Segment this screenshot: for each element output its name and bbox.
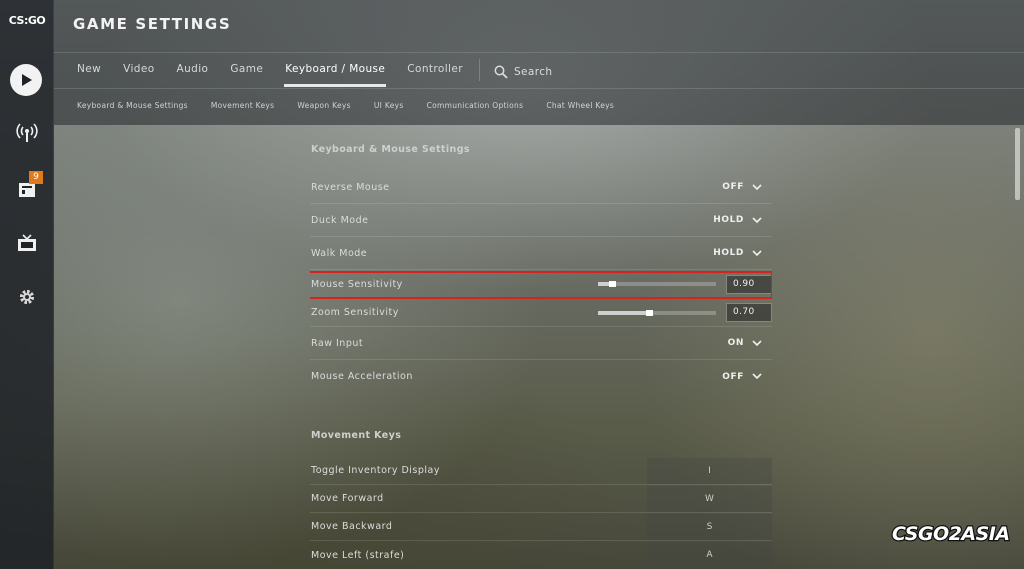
- dropdown-value: OFF: [722, 371, 744, 382]
- keybind-row: Toggle Inventory Display I: [310, 457, 772, 485]
- play-button[interactable]: [10, 64, 42, 96]
- keybind-row: Move Forward W: [310, 485, 772, 513]
- setting-label: Mouse Acceleration: [311, 371, 413, 382]
- chevron-down-icon: [752, 339, 762, 346]
- gear-icon: [19, 289, 35, 305]
- keybind-label: Move Backward: [311, 521, 393, 532]
- chevron-down-icon: [752, 249, 762, 256]
- setting-row-raw-input: Raw Input ON: [310, 327, 772, 360]
- slider-handle[interactable]: [609, 281, 616, 287]
- sub-tabs: Keyboard & Mouse Settings Movement Keys …: [77, 101, 637, 110]
- subtab-chat-wheel-keys[interactable]: Chat Wheel Keys: [546, 101, 614, 110]
- setting-row-zoom-sensitivity: Zoom Sensitivity 0.70: [310, 299, 772, 327]
- zoom-sensitivity-slider[interactable]: [598, 309, 716, 316]
- setting-label: Raw Input: [311, 337, 364, 349]
- setting-row-mouse-acceleration: Mouse Acceleration OFF: [310, 360, 772, 393]
- subtab-communication-options[interactable]: Communication Options: [427, 101, 524, 110]
- keybind-row: Move Left (strafe) A: [310, 541, 772, 569]
- broadcast-button[interactable]: [11, 117, 43, 149]
- slider-fill: [598, 310, 649, 315]
- tab-game[interactable]: Game: [230, 63, 263, 81]
- keybind-row: Move Backward S: [310, 513, 772, 541]
- zoom-sensitivity-input[interactable]: 0.70: [726, 303, 772, 322]
- settings-panel: Keyboard & Mouse Settings Reverse Mouse …: [310, 125, 772, 569]
- subtab-ui-keys[interactable]: UI Keys: [374, 101, 404, 110]
- chevron-down-icon: [752, 183, 762, 190]
- broadcast-icon: [16, 123, 38, 142]
- setting-row-mouse-sensitivity: Mouse Sensitivity 0.90: [310, 270, 772, 299]
- keybind-button[interactable]: S: [647, 513, 772, 540]
- keybind-label: Toggle Inventory Display: [311, 465, 440, 476]
- tab-video[interactable]: Video: [123, 63, 154, 81]
- settings-button[interactable]: [11, 281, 43, 313]
- search-icon: [494, 65, 508, 79]
- setting-label: Walk Mode: [311, 247, 368, 259]
- keybind-button[interactable]: A: [647, 542, 772, 568]
- csgo2asia-watermark: CSGO2ASIA: [891, 522, 1011, 546]
- subtab-movement-keys[interactable]: Movement Keys: [211, 101, 275, 110]
- dropdown-value: HOLD: [713, 248, 744, 258]
- tab-keyboard-mouse[interactable]: Keyboard / Mouse: [284, 63, 387, 87]
- setting-label: Mouse Sensitivity: [311, 278, 403, 290]
- tab-separator: [478, 59, 480, 81]
- dropdown-value: HOLD: [713, 215, 744, 225]
- setting-label: Reverse Mouse: [311, 181, 390, 193]
- settings-header: GAME SETTINGS New Video Audio Game Keybo…: [54, 0, 1024, 125]
- inventory-badge: 9: [29, 171, 43, 184]
- raw-input-dropdown[interactable]: ON: [728, 338, 762, 348]
- mouse-sensitivity-slider[interactable]: [598, 281, 716, 287]
- subtab-weapon-keys[interactable]: Weapon Keys: [297, 101, 350, 110]
- mouse-sensitivity-input[interactable]: 0.90: [726, 274, 772, 294]
- duck-mode-dropdown[interactable]: HOLD: [713, 215, 762, 225]
- play-icon: [22, 74, 32, 86]
- keybind-label: Move Forward: [311, 493, 384, 504]
- tab-new[interactable]: New: [77, 63, 101, 81]
- setting-label: Duck Mode: [311, 214, 369, 226]
- mouse-acceleration-dropdown[interactable]: OFF: [722, 372, 762, 382]
- search-label: Search: [513, 66, 553, 78]
- divider: [54, 52, 1024, 53]
- watermark-text: CSGO2ASIA: [892, 523, 1010, 545]
- dropdown-value: OFF: [722, 182, 744, 192]
- sidebar: CS:GO 9: [0, 0, 54, 569]
- chevron-down-icon: [752, 216, 762, 223]
- slider-handle[interactable]: [646, 309, 653, 316]
- watch-button[interactable]: [11, 227, 43, 259]
- reverse-mouse-dropdown[interactable]: OFF: [722, 182, 762, 192]
- subtab-keyboard-mouse-settings[interactable]: Keyboard & Mouse Settings: [77, 101, 188, 110]
- section-title-movement-keys: Movement Keys: [311, 430, 402, 441]
- chevron-down-icon: [752, 373, 762, 380]
- keybind-label: Move Left (strafe): [311, 549, 405, 561]
- scrollbar-thumb[interactable]: [1015, 128, 1020, 200]
- setting-label: Zoom Sensitivity: [311, 307, 399, 318]
- setting-row-reverse-mouse: Reverse Mouse OFF: [310, 171, 772, 204]
- setting-row-walk-mode: Walk Mode HOLD: [310, 237, 772, 270]
- main-tabs: New Video Audio Game Keyboard / Mouse Co…: [77, 59, 552, 87]
- dropdown-value: ON: [727, 338, 744, 348]
- setting-row-duck-mode: Duck Mode HOLD: [310, 204, 772, 237]
- walk-mode-dropdown[interactable]: HOLD: [713, 248, 762, 258]
- tab-controller[interactable]: Controller: [407, 63, 463, 81]
- tab-audio[interactable]: Audio: [177, 63, 209, 81]
- keybind-button[interactable]: W: [647, 485, 772, 512]
- csgo-logo[interactable]: CS:GO: [0, 14, 54, 27]
- page-title: GAME SETTINGS: [73, 15, 232, 33]
- section-title-keyboard-mouse: Keyboard & Mouse Settings: [311, 144, 470, 155]
- divider: [54, 88, 1024, 89]
- keybind-button[interactable]: I: [647, 457, 772, 484]
- tv-icon: [18, 234, 36, 251]
- search-button[interactable]: Search: [494, 63, 552, 81]
